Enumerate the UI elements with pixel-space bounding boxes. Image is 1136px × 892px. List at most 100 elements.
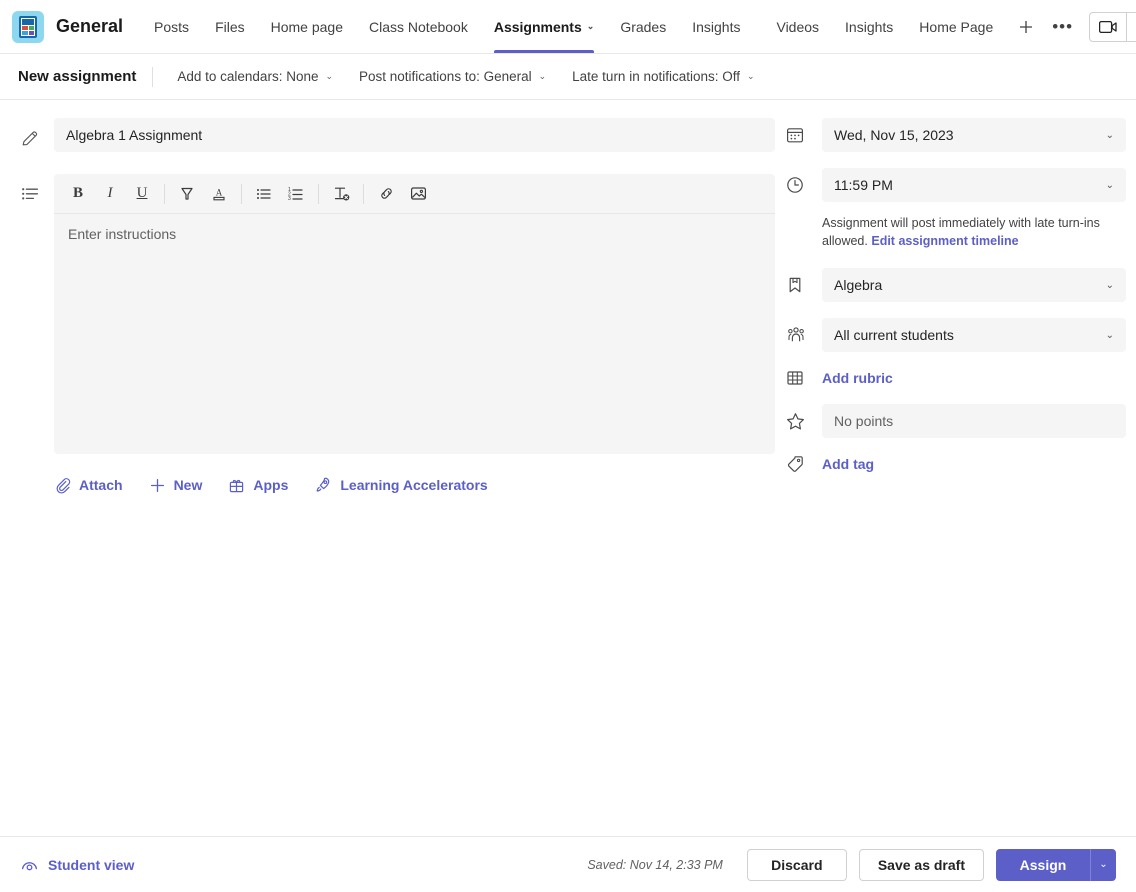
grid-icon [785,368,822,388]
page-title: General [56,16,123,37]
tab-label: Videos [776,19,819,35]
divider [241,184,242,204]
add-tag-link[interactable]: Add tag [822,456,874,472]
save-as-draft-button[interactable]: Save as draft [859,849,984,881]
video-camera-icon[interactable] [1090,13,1126,41]
tab-videos[interactable]: Videos [763,0,832,53]
plus-icon [149,477,166,494]
footer-actions: Saved: Nov 14, 2:33 PM Discard Save as d… [587,849,1116,881]
teams-assignment-page: General Posts Files Home page Class Note… [0,0,1136,892]
title-row [20,118,775,152]
tab-insights[interactable]: Insights [679,0,753,53]
tab-assignments[interactable]: Assignments ⌄ [481,0,607,53]
rocket-icon [314,476,332,494]
discard-button[interactable]: Discard [747,849,847,881]
assign-button[interactable]: Assign [996,849,1090,881]
instructions-row: B I U A [20,174,775,454]
add-tab-button[interactable] [1006,0,1046,53]
timeline-note: Assignment will post immediately with la… [822,214,1112,250]
apps-gift-icon [228,477,245,494]
add-rubric-link[interactable]: Add rubric [822,370,893,386]
assign-chevron-down-icon[interactable]: ⌄ [1090,849,1116,881]
insert-image-icon[interactable] [402,179,434,209]
tab-posts[interactable]: Posts [141,0,202,53]
new-button[interactable]: New [149,477,203,494]
meet-now-chevron-down-icon[interactable]: ⌄ [1126,13,1136,41]
rubric-row: Add rubric [785,368,1126,388]
highlight-icon[interactable] [171,179,203,209]
category-dropdown[interactable]: Algebra ⌄ [822,268,1126,302]
header-actions: ••• ⌄ [1046,12,1136,42]
italic-button[interactable]: I [94,179,126,209]
assign-to-value: All current students [834,327,954,343]
assign-split-button: Assign ⌄ [996,849,1116,881]
svg-text:A: A [216,187,223,197]
add-to-calendars-dropdown[interactable]: Add to calendars: None ⌄ [169,64,341,89]
assign-to-dropdown[interactable]: All current students ⌄ [822,318,1126,352]
paperclip-icon [54,477,71,494]
chevron-down-icon: ⌄ [747,71,755,82]
assignment-left-column: B I U A [20,118,775,494]
attachment-actions: Attach New Apps [54,476,775,494]
late-turnin-label: Late turn in notifications: Off [572,69,740,84]
post-notifications-dropdown[interactable]: Post notifications to: General ⌄ [351,64,554,89]
underline-button[interactable]: U [126,179,158,209]
attach-button[interactable]: Attach [54,477,123,494]
tab-label: Files [215,19,245,35]
divider [152,67,153,87]
new-label: New [174,477,203,493]
divider [363,184,364,204]
assignment-footer: Student view Saved: Nov 14, 2:33 PM Disc… [0,836,1136,892]
apps-button[interactable]: Apps [228,477,288,494]
post-notifications-label: Post notifications to: General [359,69,532,84]
channel-tabs: Posts Files Home page Class Notebook Ass… [141,0,1046,53]
star-icon [785,411,822,432]
tab-files[interactable]: Files [202,0,258,53]
tab-home-page[interactable]: Home page [258,0,356,53]
meet-now-split-button: ⌄ [1089,12,1136,42]
tab-label: Home Page [919,19,993,35]
due-time-dropdown[interactable]: 11:59 PM ⌄ [822,168,1126,202]
instructions-input[interactable]: Enter instructions [54,214,775,454]
learning-accelerators-button[interactable]: Learning Accelerators [314,476,487,494]
rich-text-toolbar: B I U A [54,174,775,214]
tab-label: Class Notebook [369,19,468,35]
font-color-icon[interactable]: A [203,179,235,209]
student-view-button[interactable]: Student view [20,857,134,873]
assignment-title-input[interactable] [54,118,775,152]
chevron-down-icon: ⌄ [1106,330,1114,341]
late-turnin-notifications-dropdown[interactable]: Late turn in notifications: Off ⌄ [564,64,762,89]
clear-formatting-icon[interactable] [325,179,357,209]
points-input[interactable]: No points [822,404,1126,438]
student-view-label: Student view [48,857,134,873]
chevron-down-icon: ⌄ [1106,130,1114,141]
bulleted-list-button-icon[interactable] [248,179,280,209]
chevron-down-icon: ⌄ [587,22,595,31]
learning-accelerators-label: Learning Accelerators [340,477,487,493]
due-date-value: Wed, Nov 15, 2023 [834,127,954,143]
tab-class-notebook[interactable]: Class Notebook [356,0,481,53]
tab-insights-2[interactable]: Insights [832,0,906,53]
tab-label: Insights [845,19,893,35]
tab-label: Grades [620,19,666,35]
bold-button[interactable]: B [62,179,94,209]
points-row: No points [785,404,1126,438]
tab-label: Posts [154,19,189,35]
preview-eye-icon [20,857,39,873]
numbered-list-button-icon[interactable]: 1 2 3 [280,179,312,209]
insert-link-icon[interactable] [370,179,402,209]
category-row: Algebra ⌄ [785,268,1126,302]
tab-grades[interactable]: Grades [607,0,679,53]
due-time-value: 11:59 PM [834,177,893,193]
tab-home-page-2[interactable]: Home Page [906,0,1006,53]
calendar-icon [785,125,822,145]
bookmark-icon [785,275,822,295]
chevron-down-icon: ⌄ [1106,280,1114,291]
tab-label: Insights [692,19,740,35]
category-value: Algebra [834,277,882,293]
assignment-right-panel: Wed, Nov 15, 2023 ⌄ 11:59 PM ⌄ Assignme [785,118,1126,494]
due-date-dropdown[interactable]: Wed, Nov 15, 2023 ⌄ [822,118,1126,152]
edit-assignment-timeline-link[interactable]: Edit assignment timeline [871,234,1018,248]
more-options-icon[interactable]: ••• [1046,16,1079,37]
new-assignment-label: New assignment [18,68,152,85]
